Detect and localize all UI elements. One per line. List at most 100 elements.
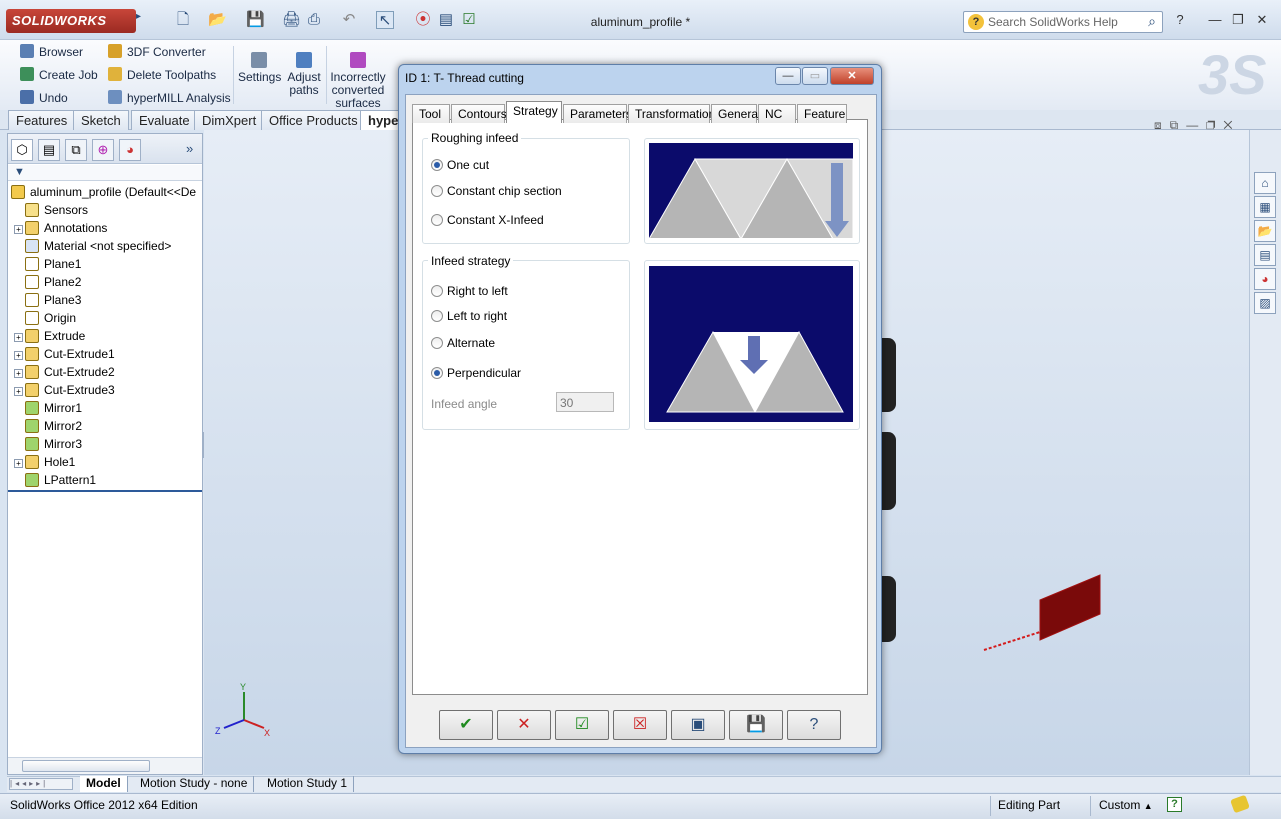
tree-item[interactable]: + Annotations xyxy=(14,219,107,237)
help-icon[interactable]: ? xyxy=(1170,12,1190,27)
infeed-strategy-radio[interactable]: Left to right xyxy=(431,309,507,325)
radio-button-icon[interactable] xyxy=(431,367,443,379)
expand-icon[interactable]: + xyxy=(14,369,23,378)
tree-item[interactable]: + Cut-Extrude3 xyxy=(14,381,115,399)
tab-strategy[interactable]: Strategy xyxy=(506,101,562,123)
roughing-infeed-radio[interactable]: One cut xyxy=(431,158,489,174)
discard-x-button[interactable]: ☒ xyxy=(613,710,667,740)
tag-icon[interactable] xyxy=(1230,794,1250,814)
tree-root-item[interactable]: aluminum_profile (Default<<De xyxy=(11,183,196,201)
horizontal-scrollbar[interactable] xyxy=(8,757,202,774)
tree-filter[interactable]: ▼ xyxy=(8,165,202,181)
roughing-infeed-radio[interactable]: Constant X-Infeed xyxy=(431,213,544,229)
tree-item[interactable]: LPattern1 xyxy=(14,471,96,489)
apply-check-button[interactable]: ☑ xyxy=(555,710,609,740)
help-search-input[interactable]: ? Search SolidWorks Help ⌕ xyxy=(963,11,1163,33)
expand-icon[interactable]: + xyxy=(14,351,23,360)
configuration-manager-tab-icon[interactable]: ⧉ xyxy=(65,139,87,161)
ok-check-button[interactable]: ✔ xyxy=(439,710,493,740)
tree-item[interactable]: + Extrude xyxy=(14,327,85,345)
settings-button[interactable]: Settings xyxy=(238,52,281,84)
browser-button[interactable]: Browser xyxy=(20,44,83,59)
units-selector[interactable]: Custom ▲ xyxy=(1099,798,1153,812)
tab-feature[interactable]: Feature xyxy=(797,104,847,123)
help-status-icon[interactable]: ? xyxy=(1167,797,1182,812)
minimize-icon[interactable]: — xyxy=(775,67,801,85)
tab-model[interactable]: Model xyxy=(80,776,128,792)
home-icon[interactable]: ⌂ xyxy=(1254,172,1276,194)
create-job-button[interactable]: Create Job xyxy=(20,67,98,82)
tab-motion-study-none[interactable]: Motion Study - none xyxy=(134,776,255,792)
radio-button-icon[interactable] xyxy=(431,285,443,297)
tab-office-products[interactable]: Office Products xyxy=(261,110,366,130)
infeed-strategy-radio[interactable]: Alternate xyxy=(431,336,495,352)
tab-general[interactable]: General xyxy=(711,104,761,123)
hypermill-analysis-button[interactable]: hyperMILL Analysis xyxy=(108,90,231,105)
tree-item[interactable]: Plane1 xyxy=(14,255,81,273)
close-icon[interactable]: ✕ xyxy=(1252,12,1272,28)
tree-item[interactable]: Sensors xyxy=(14,201,88,219)
tree-item[interactable]: Plane3 xyxy=(14,291,81,309)
dimxpert-tab-icon[interactable]: ⊕ xyxy=(92,139,114,161)
tab-parameters[interactable]: Parameters xyxy=(563,104,632,123)
tab-features[interactable]: Features xyxy=(8,110,76,130)
maximize-icon[interactable]: ▭ xyxy=(802,67,828,85)
incorrectly-converted-surfaces-button[interactable]: Incorrectly converted surfaces xyxy=(330,52,386,110)
tree-item[interactable]: Mirror3 xyxy=(14,435,82,453)
tab-tool[interactable]: Tool xyxy=(412,104,450,123)
tree-item[interactable]: Material <not specified> xyxy=(14,237,171,255)
minimize-icon[interactable]: — xyxy=(1205,12,1225,27)
appearances-icon[interactable]: ◕ xyxy=(1254,268,1276,290)
tree-item[interactable]: + Hole1 xyxy=(14,453,75,471)
custom-properties-icon[interactable]: ▨ xyxy=(1254,292,1276,314)
radio-button-icon[interactable] xyxy=(431,185,443,197)
tree-item[interactable]: Mirror1 xyxy=(14,399,82,417)
tree-item[interactable]: Mirror2 xyxy=(14,417,82,435)
tab-sketch[interactable]: Sketch xyxy=(73,110,129,130)
tab-scroll-arrows[interactable]: |◂◂▸▸| xyxy=(9,778,73,790)
expand-icon[interactable]: + xyxy=(14,387,23,396)
tab-transformation[interactable]: Transformation xyxy=(628,104,715,123)
tab-contours[interactable]: Contours xyxy=(451,104,507,123)
tree-item[interactable]: Origin xyxy=(14,309,76,327)
radio-button-icon[interactable] xyxy=(431,337,443,349)
tab-dimxpert[interactable]: DimXpert xyxy=(194,110,265,130)
rollback-bar[interactable] xyxy=(8,490,202,492)
cancel-x-button[interactable]: ✕ xyxy=(497,710,551,740)
tab-motion-study-1[interactable]: Motion Study 1 xyxy=(261,776,355,792)
roughing-infeed-radio[interactable]: Constant chip section xyxy=(431,184,562,200)
expand-icon[interactable]: + xyxy=(14,333,23,342)
tab-nc[interactable]: NC xyxy=(758,104,796,123)
view-palette-icon[interactable]: ▤ xyxy=(1254,244,1276,266)
tab-evaluate[interactable]: Evaluate xyxy=(131,110,198,130)
expand-tabs-icon[interactable]: » xyxy=(186,141,193,156)
infeed-angle-input[interactable]: 30 xyxy=(556,392,614,412)
file-explorer-icon[interactable]: 📂 xyxy=(1254,220,1276,242)
radio-button-icon[interactable] xyxy=(431,310,443,322)
tree-item[interactable]: + Cut-Extrude2 xyxy=(14,363,115,381)
design-library-icon[interactable]: ▦ xyxy=(1254,196,1276,218)
display-manager-tab-icon[interactable]: ◕ xyxy=(119,139,141,161)
radio-button-icon[interactable] xyxy=(431,159,443,171)
property-manager-tab-icon[interactable]: ▤ xyxy=(38,139,60,161)
preview-button[interactable]: ▣ xyxy=(671,710,725,740)
tree-item[interactable]: + Cut-Extrude1 xyxy=(14,345,115,363)
adjust-paths-button[interactable]: Adjust paths xyxy=(284,52,324,97)
infeed-strategy-radio[interactable]: Perpendicular xyxy=(431,366,521,382)
infeed-strategy-radio[interactable]: Right to left xyxy=(431,284,508,300)
search-icon[interactable]: ⌕ xyxy=(1148,13,1156,30)
3df-converter-button[interactable]: 3DF Converter xyxy=(108,44,206,59)
tab-hypermill[interactable]: hyper xyxy=(360,110,400,130)
radio-button-icon[interactable] xyxy=(431,214,443,226)
undo-button[interactable]: Undo xyxy=(20,90,68,105)
save-button[interactable]: 💾 xyxy=(729,710,783,740)
expand-icon[interactable]: + xyxy=(14,225,23,234)
restore-icon[interactable]: ❐ xyxy=(1228,12,1248,28)
expand-icon[interactable]: + xyxy=(14,459,23,468)
viewport-window-controls[interactable]: ⧈⧉—❐✕ xyxy=(1154,118,1241,133)
tree-item[interactable]: Plane2 xyxy=(14,273,81,291)
help-button[interactable]: ? xyxy=(787,710,841,740)
feature-tree-tab-icon[interactable]: ⬡ xyxy=(11,139,33,161)
delete-toolpaths-button[interactable]: Delete Toolpaths xyxy=(108,67,216,82)
close-icon[interactable]: ✕ xyxy=(830,67,874,85)
